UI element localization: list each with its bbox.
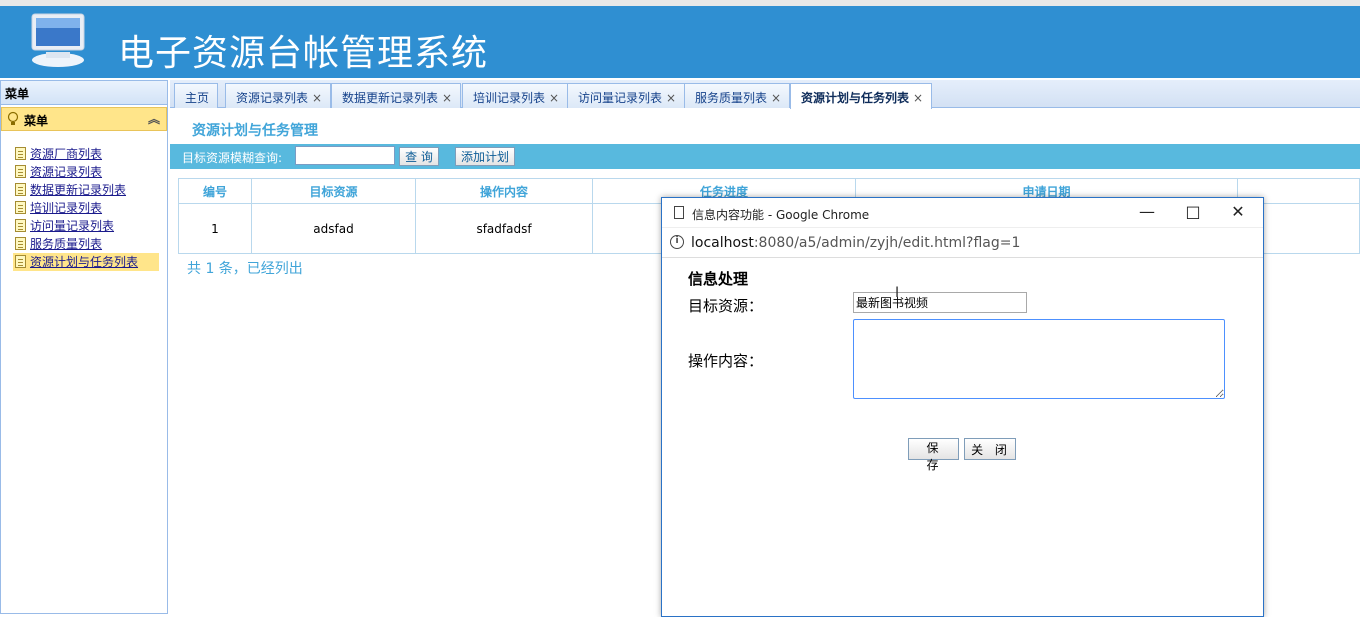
menu-link[interactable]: 资源计划与任务列表 bbox=[30, 255, 138, 269]
menu-panel-header[interactable]: 菜单 ︽ bbox=[1, 107, 167, 131]
operation-content-textarea[interactable] bbox=[853, 319, 1225, 399]
tab-resource-records[interactable]: 资源记录列表 × bbox=[225, 83, 332, 108]
cell-target: adsfad bbox=[251, 203, 416, 254]
page-title: 资源计划与任务管理 bbox=[192, 123, 318, 139]
app-title: 电子资源台帐管理系统 bbox=[118, 33, 489, 74]
add-plan-button[interactable]: 添加计划 bbox=[455, 147, 515, 166]
menu-item-plan-tasks[interactable]: 资源计划与任务列表 bbox=[13, 253, 159, 271]
tab-plan-tasks[interactable]: 资源计划与任务列表 × bbox=[790, 83, 933, 109]
tab-label: 培训记录列表 bbox=[473, 91, 546, 105]
tab-close-icon[interactable]: × bbox=[771, 91, 781, 105]
document-icon bbox=[15, 255, 26, 268]
page-icon bbox=[674, 206, 684, 219]
menu-item-resource-records[interactable]: 资源记录列表 bbox=[13, 163, 167, 181]
tab-bar: 主页 资源记录列表 × 数据更新记录列表 × 培训记录列表 × 访问量记录列表 × 服务… bbox=[170, 80, 1360, 109]
search-bar: 目标资源模糊查询: 查 询 添加计划 bbox=[170, 144, 1360, 169]
window-titlebar[interactable]: 信息内容功能 - Google Chrome — □ ✕ bbox=[662, 198, 1263, 228]
info-icon[interactable]: i bbox=[670, 235, 684, 249]
document-icon bbox=[15, 219, 26, 232]
tab-service-quality[interactable]: 服务质量列表 × bbox=[684, 83, 791, 108]
window-title: 信息内容功能 - Google Chrome bbox=[692, 208, 870, 222]
document-icon bbox=[15, 147, 26, 160]
tab-close-icon[interactable]: × bbox=[913, 91, 923, 105]
column-header: 编号 bbox=[178, 178, 252, 204]
menu-link[interactable]: 服务质量列表 bbox=[30, 237, 102, 251]
target-resource-label: 目标资源： bbox=[688, 297, 764, 315]
save-button[interactable]: 保 存 bbox=[908, 438, 959, 472]
document-icon bbox=[15, 183, 26, 196]
tab-close-icon[interactable]: × bbox=[666, 91, 676, 105]
column-header: 目标资源 bbox=[251, 178, 416, 204]
url-host: localhost bbox=[691, 235, 754, 251]
menu-item-service-quality[interactable]: 服务质量列表 bbox=[13, 235, 167, 253]
sidebar-title: 菜单 bbox=[1, 81, 167, 105]
menu-list: 资源厂商列表 资源记录列表 数据更新记录列表 培训记录列表 访问量记录列表 服务… bbox=[1, 145, 167, 271]
menu-item-training-records[interactable]: 培训记录列表 bbox=[13, 199, 167, 217]
cell-content: sfadfadsf bbox=[415, 203, 593, 254]
menu-item-data-update-records[interactable]: 数据更新记录列表 bbox=[13, 181, 167, 199]
column-header: 操作内容 bbox=[415, 178, 593, 204]
tab-label: 资源计划与任务列表 bbox=[801, 91, 910, 105]
tab-label: 资源记录列表 bbox=[236, 91, 309, 105]
form-heading: 信息处理 bbox=[688, 270, 749, 288]
close-button[interactable]: 关 闭 bbox=[964, 438, 1016, 460]
url-path: :8080/a5/admin/zyjh/edit.html?flag=1 bbox=[753, 235, 1021, 251]
maximize-icon[interactable]: □ bbox=[1183, 202, 1203, 221]
search-input[interactable] bbox=[295, 146, 395, 165]
tab-data-update-records[interactable]: 数据更新记录列表 × bbox=[331, 83, 462, 108]
tab-close-icon[interactable]: × bbox=[442, 91, 452, 105]
tab-visit-records[interactable]: 访问量记录列表 × bbox=[567, 83, 686, 108]
menu-link[interactable]: 资源厂商列表 bbox=[30, 147, 102, 161]
edit-popup-window: 信息内容功能 - Google Chrome — □ ✕ i localhost… bbox=[661, 197, 1264, 617]
target-resource-input[interactable] bbox=[853, 292, 1027, 313]
lightbulb-icon bbox=[7, 111, 19, 125]
sidebar: 菜单 菜单 ︽ 资源厂商列表 资源记录列表 数据更新记录列表 培训记录列表 访问… bbox=[0, 80, 168, 614]
menu-link[interactable]: 培训记录列表 bbox=[30, 201, 102, 215]
query-button[interactable]: 查 询 bbox=[399, 147, 439, 166]
tab-close-icon[interactable]: × bbox=[312, 91, 322, 105]
document-icon bbox=[15, 237, 26, 250]
minimize-icon[interactable]: — bbox=[1137, 202, 1157, 221]
text-cursor-icon: I bbox=[895, 285, 900, 301]
document-icon bbox=[15, 201, 26, 214]
menu-item-visit-records[interactable]: 访问量记录列表 bbox=[13, 217, 167, 235]
menu-item-vendor-list[interactable]: 资源厂商列表 bbox=[13, 145, 167, 163]
url-text[interactable]: localhost:8080/a5/admin/zyjh/edit.html?f… bbox=[691, 235, 1020, 251]
collapse-chevron-icon[interactable]: ︽ bbox=[148, 110, 160, 127]
address-bar[interactable]: i localhost:8080/a5/admin/zyjh/edit.html… bbox=[662, 228, 1263, 258]
operation-content-label: 操作内容： bbox=[688, 352, 764, 370]
close-icon[interactable]: ✕ bbox=[1228, 202, 1248, 221]
monitor-logo-icon bbox=[31, 13, 85, 67]
tab-label: 服务质量列表 bbox=[695, 91, 768, 105]
menu-link[interactable]: 访问量记录列表 bbox=[30, 219, 114, 233]
tab-close-icon[interactable]: × bbox=[549, 91, 559, 105]
tab-label: 数据更新记录列表 bbox=[342, 91, 439, 105]
tab-home[interactable]: 主页 bbox=[174, 83, 219, 108]
cell-id: 1 bbox=[178, 203, 252, 254]
tab-label: 主页 bbox=[185, 91, 210, 105]
search-label: 目标资源模糊查询: bbox=[182, 151, 283, 165]
menu-panel-title: 菜单 bbox=[24, 114, 49, 128]
menu-link[interactable]: 数据更新记录列表 bbox=[30, 183, 126, 197]
app-header: 电子资源台帐管理系统 bbox=[0, 0, 1360, 78]
document-icon bbox=[15, 165, 26, 178]
tab-training-records[interactable]: 培训记录列表 × bbox=[462, 83, 569, 108]
tab-label: 访问量记录列表 bbox=[578, 91, 663, 105]
menu-link[interactable]: 资源记录列表 bbox=[30, 165, 102, 179]
record-count: 共 1 条，已经列出 bbox=[187, 261, 303, 277]
